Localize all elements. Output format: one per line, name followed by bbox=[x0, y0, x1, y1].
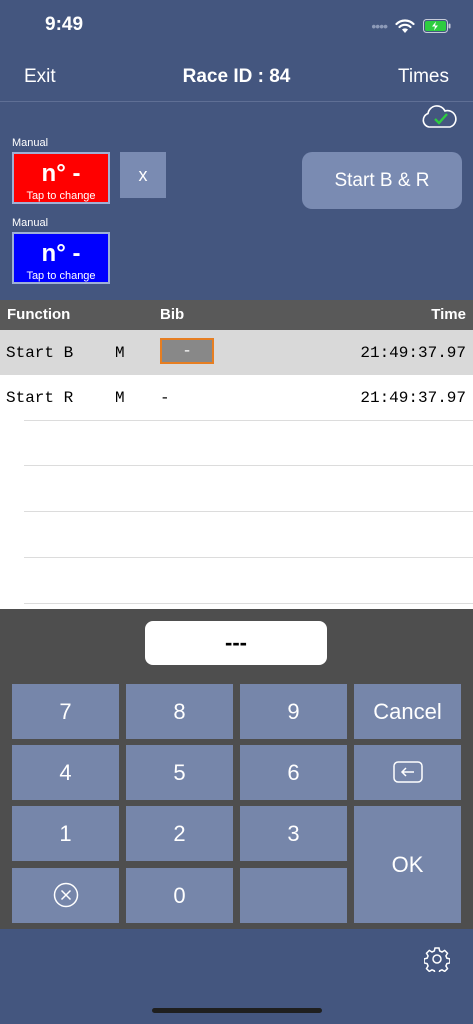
table-header: Function Bib Time bbox=[0, 300, 473, 330]
times-button[interactable]: Times bbox=[398, 66, 449, 88]
battery-charging-icon bbox=[423, 19, 451, 33]
bib-entry-display: --- bbox=[145, 621, 327, 665]
backspace-icon bbox=[392, 761, 423, 783]
cloud-sync-icon[interactable] bbox=[420, 104, 458, 130]
start-b-and-r-button[interactable]: Start B & R bbox=[302, 152, 462, 209]
row-divider bbox=[24, 557, 473, 558]
key-3[interactable]: 3 bbox=[240, 806, 347, 861]
clear-button[interactable]: x bbox=[120, 152, 166, 198]
row-time: 21:49:37.97 bbox=[360, 344, 466, 362]
row-divider bbox=[24, 511, 473, 512]
bib-selector-blue[interactable]: n° - Tap to change bbox=[12, 232, 110, 284]
table-row[interactable]: Start R M - 21:49:37.97 bbox=[0, 375, 473, 420]
gear-icon[interactable] bbox=[424, 946, 450, 972]
row-divider bbox=[24, 603, 473, 604]
status-icons: •••• bbox=[371, 16, 451, 36]
header-bib: Bib bbox=[160, 306, 185, 323]
key-7[interactable]: 7 bbox=[12, 684, 119, 739]
clear-circle-x-icon bbox=[53, 882, 78, 908]
row-divider bbox=[24, 420, 473, 421]
bib-number-blue: n° - bbox=[41, 240, 81, 267]
key-4[interactable]: 4 bbox=[12, 745, 119, 800]
row-function: Start B bbox=[6, 344, 74, 362]
row-time: 21:49:37.97 bbox=[360, 389, 466, 407]
cancel-button[interactable]: Cancel bbox=[354, 684, 461, 739]
key-0[interactable]: 0 bbox=[126, 868, 233, 923]
row-mode: M bbox=[115, 389, 125, 407]
row-bib-selected[interactable]: - bbox=[160, 338, 214, 364]
key-6[interactable]: 6 bbox=[240, 745, 347, 800]
header-time: Time bbox=[431, 306, 466, 323]
header-function: Function bbox=[7, 306, 71, 323]
row-function: Start R bbox=[6, 389, 74, 407]
bib-number-red: n° - bbox=[41, 160, 81, 187]
clear-entry-button[interactable] bbox=[12, 868, 119, 923]
key-1[interactable]: 1 bbox=[12, 806, 119, 861]
key-8[interactable]: 8 bbox=[126, 684, 233, 739]
ok-button[interactable]: OK bbox=[354, 806, 461, 923]
row-divider bbox=[24, 465, 473, 466]
tap-hint-red: Tap to change bbox=[26, 190, 96, 202]
row-bib: - bbox=[160, 389, 170, 407]
wifi-icon bbox=[395, 18, 415, 33]
key-5[interactable]: 5 bbox=[126, 745, 233, 800]
manual-label-2: Manual bbox=[12, 217, 49, 229]
home-indicator bbox=[152, 1008, 322, 1013]
tap-hint-blue: Tap to change bbox=[26, 270, 96, 282]
manual-label-1: Manual bbox=[12, 137, 49, 149]
signal-dots: •••• bbox=[371, 18, 388, 34]
status-time: 9:49 bbox=[45, 14, 84, 35]
key-2[interactable]: 2 bbox=[126, 806, 233, 861]
backspace-button[interactable] bbox=[354, 745, 461, 800]
blank-key bbox=[240, 868, 347, 923]
nav-divider bbox=[0, 101, 473, 102]
key-9[interactable]: 9 bbox=[240, 684, 347, 739]
table-row[interactable]: Start B M - 21:49:37.97 bbox=[0, 330, 473, 375]
row-mode: M bbox=[115, 344, 125, 362]
bib-selector-red[interactable]: n° - Tap to change bbox=[12, 152, 110, 204]
times-table: Start B M - 21:49:37.97 Start R M - 21:4… bbox=[0, 330, 473, 609]
